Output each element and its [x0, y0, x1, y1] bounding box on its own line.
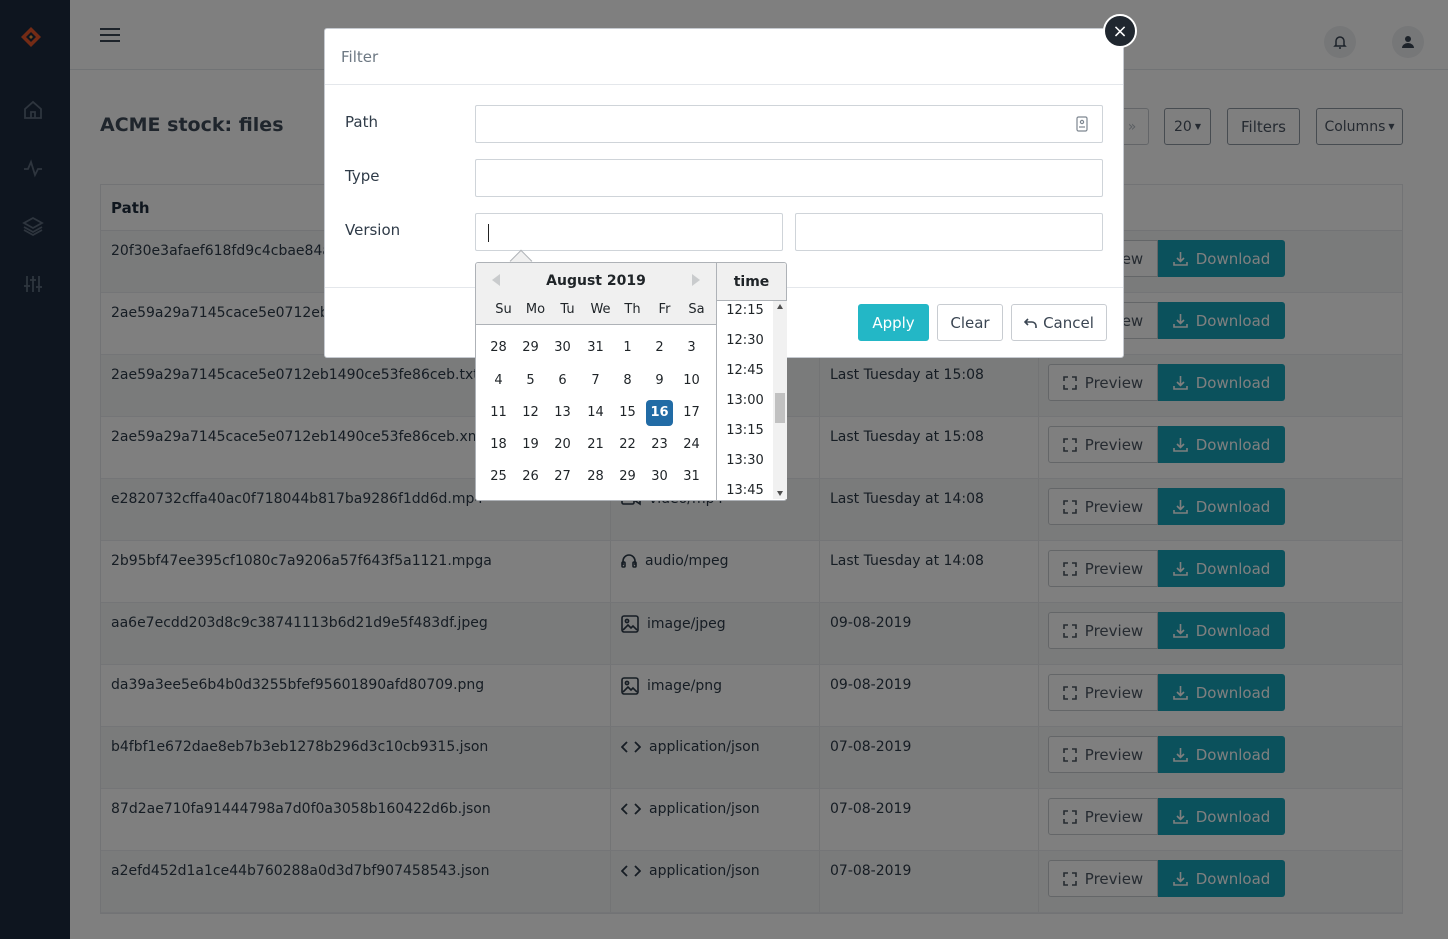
current-month: August 2019	[546, 273, 646, 289]
type-label: Type	[345, 167, 380, 185]
calendar-day[interactable]: 27	[549, 464, 576, 490]
calendar-day-selected[interactable]: 16	[646, 400, 673, 426]
time-option[interactable]: 13:30	[717, 453, 773, 468]
weekday-label: We	[590, 302, 611, 317]
time-option[interactable]: 12:45	[717, 363, 773, 378]
close-icon[interactable]: ×	[1103, 14, 1137, 48]
calendar-day[interactable]: 4	[485, 368, 512, 394]
calendar-day[interactable]: 11	[485, 400, 512, 426]
undo-icon	[1024, 317, 1037, 328]
calendar-day[interactable]: 14	[582, 400, 609, 426]
contact-card-icon	[1076, 116, 1088, 132]
calendar-day[interactable]: 9	[646, 368, 673, 394]
calendar-day[interactable]: 12	[517, 400, 544, 426]
calendar-day[interactable]: 21	[582, 432, 609, 458]
calendar-day[interactable]: 23	[646, 432, 673, 458]
calendar-day[interactable]: 17	[678, 400, 705, 426]
cancel-button[interactable]: Cancel	[1011, 304, 1107, 341]
calendar-day[interactable]: 2	[646, 335, 673, 361]
time-option[interactable]: 12:30	[717, 333, 773, 348]
calendar-day[interactable]: 26	[517, 464, 544, 490]
clear-button[interactable]: Clear	[937, 304, 1003, 341]
calendar-day[interactable]: 6	[549, 368, 576, 394]
calendar-day[interactable]: 28	[582, 464, 609, 490]
calendar-day[interactable]: 24	[678, 432, 705, 458]
weekday-label: Su	[495, 302, 512, 317]
scroll-down-icon[interactable]	[777, 491, 783, 496]
version-from-input[interactable]	[475, 213, 783, 251]
calendar-day[interactable]: 28	[485, 335, 512, 361]
scroll-up-icon[interactable]	[777, 304, 783, 309]
calendar-day[interactable]: 5	[517, 368, 544, 394]
calendar-day[interactable]: 18	[485, 432, 512, 458]
calendar-day[interactable]: 29	[517, 335, 544, 361]
time-scrollbar[interactable]	[773, 301, 787, 499]
weekday-label: Fr	[658, 302, 671, 317]
apply-button[interactable]: Apply	[858, 304, 929, 341]
time-option[interactable]: 13:45	[717, 483, 773, 498]
weekday-label: Mo	[525, 302, 546, 317]
next-month-icon[interactable]	[692, 274, 700, 286]
calendar-day[interactable]: 25	[485, 464, 512, 490]
scroll-thumb[interactable]	[775, 393, 785, 423]
weekday-label: Tu	[560, 302, 575, 317]
calendar-day[interactable]: 15	[614, 400, 641, 426]
calendar-day[interactable]: 20	[549, 432, 576, 458]
calendar-day[interactable]: 31	[582, 335, 609, 361]
version-label: Version	[345, 221, 401, 239]
calendar-day[interactable]: 8	[614, 368, 641, 394]
version-to-input[interactable]	[795, 213, 1103, 251]
calendar-day[interactable]: 1	[614, 335, 641, 361]
path-label: Path	[345, 113, 378, 131]
time-option[interactable]: 13:15	[717, 423, 773, 438]
type-input[interactable]	[475, 159, 1103, 197]
calendar-day[interactable]: 30	[549, 335, 576, 361]
calendar-day[interactable]: 3	[678, 335, 705, 361]
cancel-label: Cancel	[1043, 313, 1094, 332]
time-option[interactable]: 13:00	[717, 393, 773, 408]
calendar-day[interactable]: 19	[517, 432, 544, 458]
calendar-day[interactable]: 30	[646, 464, 673, 490]
weekday-label: Sa	[688, 302, 705, 317]
text-cursor	[488, 224, 489, 242]
path-input[interactable]	[475, 105, 1103, 143]
calendar-day[interactable]: 13	[549, 400, 576, 426]
weekday-label: Th	[624, 302, 641, 317]
time-header: time	[717, 263, 786, 301]
calendar-day[interactable]: 22	[614, 432, 641, 458]
calendar-day[interactable]: 7	[582, 368, 609, 394]
calendar-day[interactable]: 31	[678, 464, 705, 490]
time-list: time 12:15 12:30 12:45 13:00 13:15 13:30 13:45	[716, 263, 787, 500]
calendar-day[interactable]: 29	[614, 464, 641, 490]
datepicker: August 2019 Su Mo Tu We Th Fr Sa 28 29 30 31 1 2 3 4 5…	[475, 262, 787, 501]
time-option[interactable]: 12:15	[717, 303, 773, 318]
modal-title: Filter	[325, 29, 1123, 85]
calendar-day[interactable]: 10	[678, 368, 705, 394]
